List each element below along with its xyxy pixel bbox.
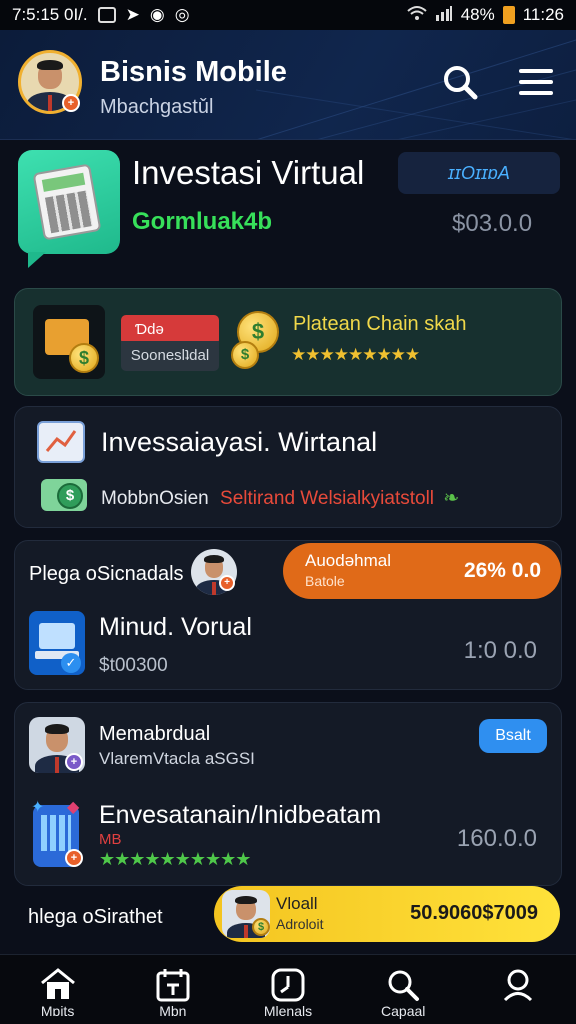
avatar-badge-icon: + (62, 94, 80, 112)
section-4-item-amount: 160.0.0 (456, 825, 537, 852)
hero-pill-button[interactable]: ɪɪOɪɪɒA (398, 152, 560, 194)
gem-icon: ◆ (67, 799, 80, 816)
app-title: Bisnis Mobile (100, 56, 287, 88)
section-4-item-tag: MB (99, 831, 122, 848)
battery-icon (502, 6, 515, 24)
status-clock: 11:26 (522, 5, 564, 24)
section-3-label: Plega oSicnadals (29, 563, 184, 585)
orange-pill-value: 26% 0.0 (463, 559, 541, 582)
profile-icon (504, 969, 533, 1002)
section-4-name: Memabrdual (99, 723, 211, 745)
investment-title: Invessaiayasi. Wirtanal (101, 427, 378, 457)
nav-calendar[interactable]: Mbn (115, 955, 230, 1024)
section-card-3: Plega oSicnadals + Auodǝhmal Batole 26% … (14, 540, 562, 690)
bottom-yellow-button[interactable]: $ Vloall Adroloit 50.9060$7009 (214, 886, 560, 942)
app-subtitle: Mbachgastǔl (100, 96, 214, 118)
section-3-item-title: Minud. Vorual (99, 613, 252, 641)
yellow-pill-value: 50.9060$7009 (410, 902, 538, 924)
money-icon: $ (41, 479, 87, 511)
laptop-icon: ✓ (29, 611, 85, 675)
nav-search-label: Capaal (381, 1003, 426, 1019)
nav-home-label: Mɒits (40, 1003, 75, 1019)
calculator-app-icon[interactable] (18, 150, 120, 268)
section-4-avatar-badge-icon: + (65, 753, 83, 771)
clock-icon (271, 968, 305, 1002)
investment-description-red: Seltirand Welsialkyiatstoll (220, 488, 435, 509)
calendar-icon (156, 969, 190, 1002)
section-4-subtitle: VlaremVtacla aSGSI (99, 749, 255, 768)
nav-home[interactable]: Mɒits (0, 955, 115, 1024)
leaf-icon: ❧ (443, 488, 460, 509)
treasure-chest-icon: $ (33, 305, 105, 379)
promo-title: Platean Chain skah (293, 313, 467, 335)
section-card-4: + Memabrdual VlaremVtacla aSGSI Bsalt + … (14, 702, 562, 886)
section-4-item-title: Envesatanain/Inidbeatam (99, 801, 382, 829)
promo-card[interactable]: $ Ɗdǝ Sooneslʇdal $ $ Platean Chain skah… (14, 288, 562, 396)
menu-button[interactable] (516, 62, 556, 102)
game-icon: ◉ (149, 5, 165, 24)
section-3-item-subtitle: $t00300 (99, 655, 168, 676)
yellow-pill-subtitle: Adroloit (276, 916, 324, 932)
hero-amount: $03.0.0 (452, 210, 533, 237)
promo-rating-stars: ★★★★★★★★★ (291, 345, 420, 364)
orange-pill-title: Auodǝhmal (305, 551, 392, 570)
section-4-rating-stars: ★★★★★★★★★★ (99, 849, 251, 869)
search-icon (388, 970, 420, 1001)
investment-description: MobbnOsien Seltirand Welsialkyiatstoll ❧ (101, 487, 459, 510)
nav-profile[interactable]: Capaal (461, 955, 576, 1024)
status-time-left: 7:5:15 0I/. (12, 5, 88, 24)
bottom-navigation: Mɒits Mbn Mlenals Capaal Capaal (0, 954, 576, 1024)
investment-description-white: MobbnOsien (101, 488, 209, 509)
hero-title: Investasi Virtual (132, 154, 365, 191)
section-3-avatar-badge-icon: + (219, 575, 235, 591)
sparkle-icon: ✦ (31, 799, 45, 816)
sync-icon: ➤ (125, 5, 140, 24)
bottom-coin-icon: $ (252, 918, 270, 936)
search-icon (444, 66, 478, 100)
status-bar: 7:5:15 0I/. ➤ ◉ ◎ 48% 11:26 (0, 0, 576, 30)
section-3-orange-button[interactable]: Auodǝhmal Batole 26% 0.0 (283, 543, 561, 599)
yellow-pill-title: Vloall (276, 894, 318, 913)
home-icon (40, 968, 75, 999)
image-icon (97, 7, 116, 23)
hero-subtitle: Gormluak4b (132, 208, 273, 235)
nav-search[interactable]: Capaal (346, 955, 461, 1024)
search-button[interactable] (440, 62, 480, 102)
nav-clock-label: Mlenals (263, 1003, 313, 1019)
app-header: + Bisnis Mobile Mbachgastǔl (0, 30, 576, 140)
clock-icon: ◎ (174, 5, 190, 24)
signal-icon (435, 5, 453, 26)
orange-pill-subtitle: Batole (305, 573, 345, 589)
nav-clock[interactable]: Mlenals (230, 955, 345, 1024)
section-4-blue-button[interactable]: Bsalt (479, 719, 547, 753)
promo-grey-label: Sooneslʇdal (121, 341, 219, 371)
bottom-section-label: hlega oSirathet (28, 906, 163, 928)
nav-calendar-label: Mbn (159, 1003, 187, 1019)
wifi-icon (407, 5, 427, 26)
section-3-item-amount: 1:0 0.0 (463, 637, 537, 664)
hamburger-icon (519, 69, 553, 95)
investment-card[interactable]: $ Invessaiayasi. Wirtanal MobbnOsien Sel… (14, 406, 562, 528)
chart-document-icon (37, 421, 85, 463)
battery-percent: 48% (460, 5, 495, 24)
